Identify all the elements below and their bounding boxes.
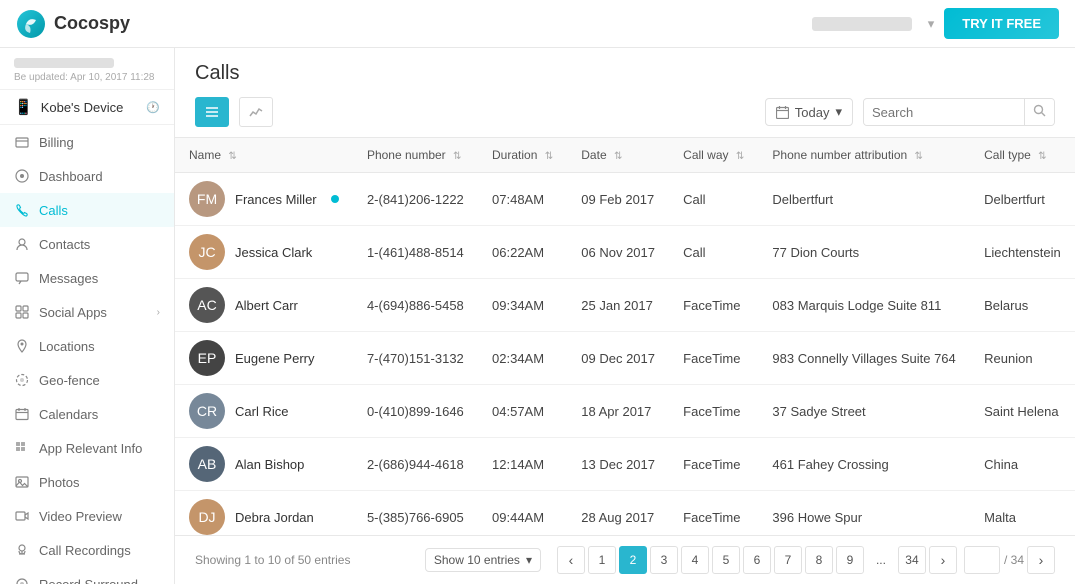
- col-attribution[interactable]: Phone number attribution ⇅: [758, 138, 970, 173]
- search-box: [863, 98, 1055, 126]
- calls-icon: [14, 202, 30, 218]
- col-call-way[interactable]: Call way ⇅: [669, 138, 758, 173]
- social-apps-icon: [14, 304, 30, 320]
- search-button[interactable]: [1024, 99, 1054, 125]
- table-wrap: Name ⇅ Phone number ⇅ Duration ⇅ Date ⇅ …: [175, 138, 1075, 535]
- device-icon: 📱: [14, 98, 33, 116]
- try-free-button[interactable]: TRY IT FREE: [944, 8, 1059, 39]
- table-row: CR Carl Rice 0-(410)899-1646 04:57AM 18 …: [175, 385, 1075, 438]
- photos-icon: [14, 474, 30, 490]
- table-row: DJ Debra Jordan 5-(385)766-6905 09:44AM …: [175, 491, 1075, 536]
- sidebar: Be updated: Apr 10, 2017 11:28 📱 Kobe's …: [0, 48, 175, 584]
- page-jump-button[interactable]: ›: [1027, 546, 1055, 574]
- record-surround-icon: [14, 576, 30, 584]
- locations-icon: [14, 338, 30, 354]
- sidebar-user-info: Be updated: Apr 10, 2017 11:28: [0, 48, 174, 90]
- messages-icon: [14, 270, 30, 286]
- sidebar-item-contacts[interactable]: Contacts: [0, 227, 174, 261]
- list-view-button[interactable]: [195, 97, 229, 127]
- table-header-row: Name ⇅ Phone number ⇅ Duration ⇅ Date ⇅ …: [175, 138, 1075, 173]
- page-jump-input[interactable]: [964, 546, 1000, 574]
- per-page-chevron: ▾: [526, 553, 532, 567]
- table-body: FM Frances Miller 2-(841)206-1222 07:48A…: [175, 173, 1075, 536]
- page-34-button[interactable]: 34: [898, 546, 926, 574]
- sidebar-update-time: Be updated: Apr 10, 2017 11:28: [14, 72, 160, 83]
- col-phone[interactable]: Phone number ⇅: [353, 138, 478, 173]
- sidebar-item-record-surround[interactable]: Record Surround: [0, 567, 174, 584]
- pagination: ‹ 1 2 3 4 5 6 7 8 9 ... 34 › / 34 ›: [557, 546, 1055, 574]
- table-row: AC Albert Carr 4-(694)886-5458 09:34AM 2…: [175, 279, 1075, 332]
- page-2-button[interactable]: 2: [619, 546, 647, 574]
- app-relevant-icon: [14, 440, 30, 456]
- dashboard-icon: [14, 168, 30, 184]
- page-7-button[interactable]: 7: [774, 546, 802, 574]
- page-total: / 34: [1004, 553, 1024, 567]
- page-input-wrap: / 34: [964, 546, 1024, 574]
- date-filter-button[interactable]: Today ▾: [765, 98, 853, 126]
- page-prev-button[interactable]: ‹: [557, 546, 585, 574]
- col-call-type[interactable]: Call type ⇅: [970, 138, 1075, 173]
- page-6-button[interactable]: 6: [743, 546, 771, 574]
- search-input[interactable]: [864, 100, 1024, 125]
- page-ellipsis: ...: [867, 546, 895, 574]
- logo: Cocospy: [16, 9, 130, 39]
- sidebar-item-photos[interactable]: Photos: [0, 465, 174, 499]
- device-label: Kobe's Device: [41, 100, 124, 115]
- page-5-button[interactable]: 5: [712, 546, 740, 574]
- call-recordings-icon: [14, 542, 30, 558]
- sidebar-item-call-recordings[interactable]: Call Recordings: [0, 533, 174, 567]
- date-chevron-icon: ▾: [835, 104, 842, 120]
- page-1-button[interactable]: 1: [588, 546, 616, 574]
- sidebar-item-messages[interactable]: Messages: [0, 261, 174, 295]
- toolbar: Today ▾: [195, 97, 1055, 137]
- chart-view-button[interactable]: [239, 97, 273, 127]
- table-footer: Showing 1 to 10 of 50 entries Show 10 en…: [175, 535, 1075, 584]
- sidebar-item-video-preview[interactable]: Video Preview: [0, 499, 174, 533]
- sidebar-item-app-relevant[interactable]: App Relevant Info: [0, 431, 174, 465]
- page-3-button[interactable]: 3: [650, 546, 678, 574]
- main-header: Calls Today ▾: [175, 48, 1075, 138]
- device-clock-icon: 🕐: [146, 101, 160, 114]
- page-4-button[interactable]: 4: [681, 546, 709, 574]
- table-row: FM Frances Miller 2-(841)206-1222 07:48A…: [175, 173, 1075, 226]
- sidebar-item-billing[interactable]: Billing: [0, 125, 174, 159]
- video-preview-icon: [14, 508, 30, 524]
- sidebar-item-calendars[interactable]: Calendars: [0, 397, 174, 431]
- page-title: Calls: [195, 62, 1055, 85]
- page-8-button[interactable]: 8: [805, 546, 833, 574]
- sidebar-item-geo-fence[interactable]: Geo-fence: [0, 363, 174, 397]
- calls-table: Name ⇅ Phone number ⇅ Duration ⇅ Date ⇅ …: [175, 138, 1075, 535]
- main-content: Calls Today ▾: [175, 48, 1075, 584]
- sidebar-item-social-apps[interactable]: Social Apps ›: [0, 295, 174, 329]
- contacts-icon: [14, 236, 30, 252]
- table-row: JC Jessica Clark 1-(461)488-8514 06:22AM…: [175, 226, 1075, 279]
- geo-fence-icon: [14, 372, 30, 388]
- page-9-button[interactable]: 9: [836, 546, 864, 574]
- col-date[interactable]: Date ⇅: [567, 138, 669, 173]
- calendars-icon: [14, 406, 30, 422]
- billing-icon: [14, 134, 30, 150]
- sidebar-device[interactable]: 📱 Kobe's Device 🕐: [0, 90, 174, 125]
- sidebar-item-calls[interactable]: Calls: [0, 193, 174, 227]
- per-page-select[interactable]: Show 10 entries ▾: [425, 548, 541, 572]
- page-next-button[interactable]: ›: [929, 546, 957, 574]
- account-info: [812, 17, 912, 31]
- topbar: Cocospy ▾ TRY IT FREE: [0, 0, 1075, 48]
- sidebar-item-dashboard[interactable]: Dashboard: [0, 159, 174, 193]
- social-apps-arrow: ›: [157, 307, 160, 318]
- sidebar-nav: Billing Dashboard Calls Contacts: [0, 125, 174, 584]
- col-name[interactable]: Name ⇅: [175, 138, 353, 173]
- table-row: AB Alan Bishop 2-(686)944-4618 12:14AM 1…: [175, 438, 1075, 491]
- col-duration[interactable]: Duration ⇅: [478, 138, 567, 173]
- sidebar-item-locations[interactable]: Locations: [0, 329, 174, 363]
- sidebar-username-blurred: [14, 58, 114, 68]
- account-chevron[interactable]: ▾: [928, 16, 935, 32]
- table-row: EP Eugene Perry 7-(470)151-3132 02:34AM …: [175, 332, 1075, 385]
- showing-text: Showing 1 to 10 of 50 entries: [195, 553, 425, 567]
